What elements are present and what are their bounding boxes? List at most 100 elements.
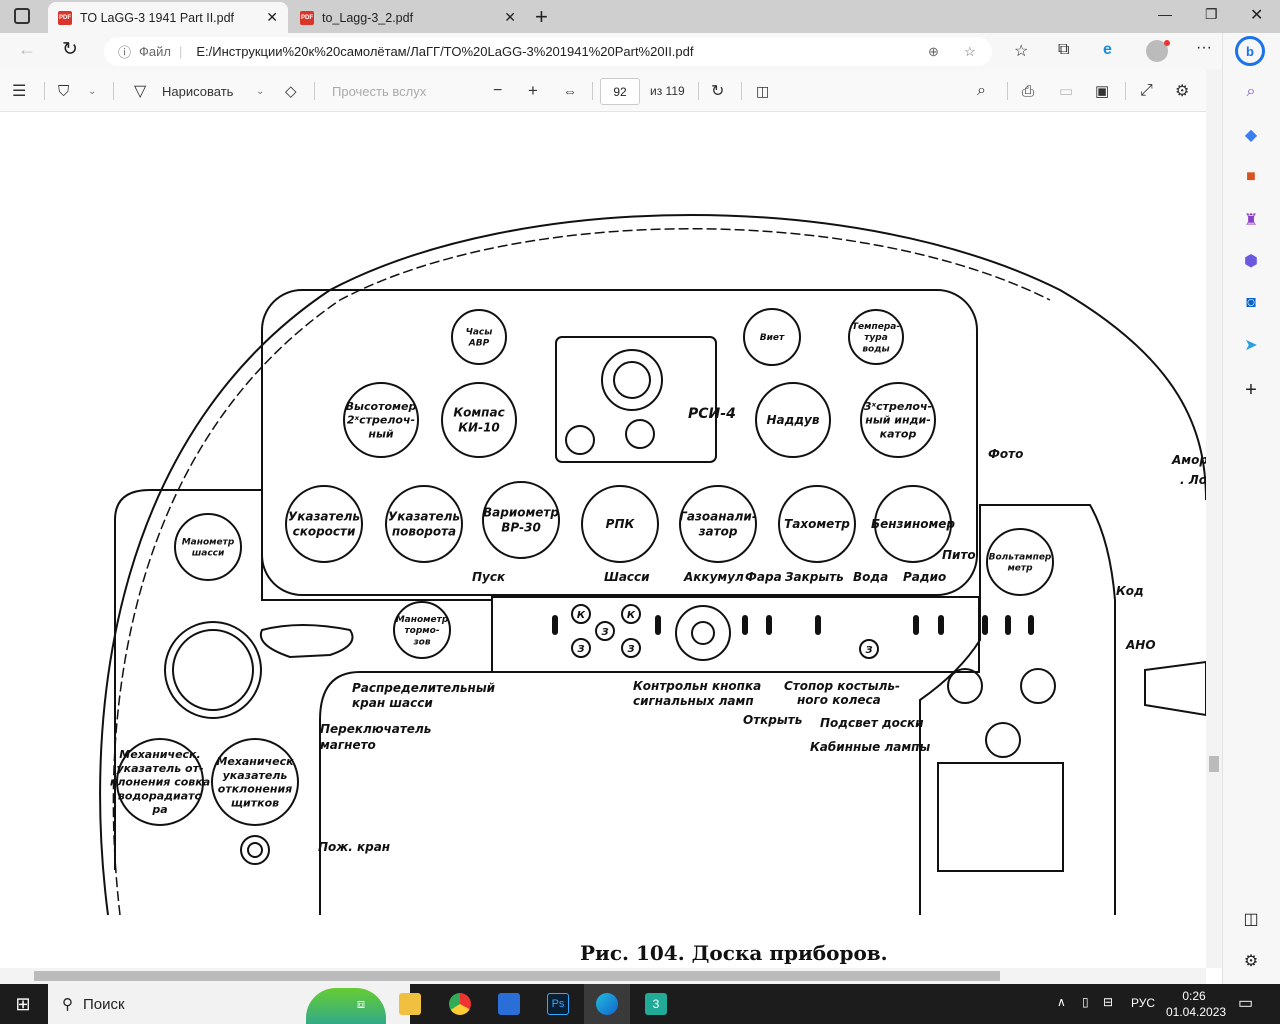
switch-mark: З (865, 645, 872, 656)
tab-label: to_Lagg-3_2.pdf (322, 10, 414, 25)
tray-overflow-icon[interactable]: ∧ (1057, 995, 1066, 1009)
more-menu-icon[interactable]: ··· (1196, 39, 1212, 57)
gauge-label: шасси (192, 549, 225, 559)
gauge-label: Механическ. (119, 748, 200, 761)
tab-2[interactable]: PDF to_Lagg-3_2.pdf ✕ (290, 2, 526, 33)
toggle-switch (655, 615, 661, 635)
outlook-icon[interactable]: ◙ (1231, 288, 1271, 318)
callout-label: Пуск (472, 570, 506, 584)
callout-label: Открыть (743, 713, 802, 727)
landing-gear-valve (259, 624, 354, 659)
taskbar-edge[interactable] (584, 984, 630, 1024)
minimize-button[interactable]: — (1158, 6, 1172, 22)
callout-label: кран шасси (352, 696, 433, 710)
taskbar-photos[interactable] (486, 984, 532, 1024)
callout-label: Кабинные лампы (810, 740, 930, 754)
rotate-icon[interactable]: ↻ (711, 70, 724, 112)
gauge-label: 2ˣстрелоч- (347, 414, 415, 427)
notifications-icon[interactable]: ▭ (1238, 993, 1253, 1013)
toggle-switch (766, 615, 772, 635)
shopping-tag-icon[interactable]: ◆ (1231, 120, 1271, 150)
read-aloud-button[interactable]: Прочесть вслух (332, 70, 426, 112)
add-sidebar-app-icon[interactable]: + (1231, 375, 1271, 405)
bing-icon[interactable]: b (1235, 36, 1265, 66)
page-total: из 119 (650, 84, 685, 98)
sidebar-layout-icon[interactable]: ◫ (1231, 904, 1271, 934)
taskbar-explorer[interactable] (387, 984, 433, 1024)
gauge-label: Темпера- (852, 322, 900, 332)
switch-mark: К (577, 610, 586, 621)
back-button[interactable]: ← (18, 39, 36, 60)
gauge-label: указатель от- (116, 762, 203, 775)
sidebar-settings-icon[interactable]: ⚙ (1231, 946, 1271, 976)
collections-icon[interactable]: ⧉ (1058, 41, 1069, 59)
settings-gear-icon[interactable]: ⚙ (1175, 70, 1189, 112)
tab-label: TO LaGG-3 1941 Part II.pdf (80, 10, 235, 25)
network-icon[interactable]: ⊟ (1103, 995, 1113, 1009)
gauge-label: Газоанали- (679, 510, 757, 524)
favorites-icon[interactable]: ☆ (1014, 41, 1028, 61)
save-icon[interactable]: ▭ (1059, 70, 1073, 112)
gauge-label: зов (412, 637, 430, 647)
vertical-scroll-thumb[interactable] (1209, 756, 1219, 772)
zoom-icon[interactable]: ⊕ (928, 44, 939, 60)
callout-label: Фото (988, 447, 1023, 461)
gauge-label: Бензиномер (871, 517, 955, 531)
tools-briefcase-icon[interactable]: ■ (1231, 162, 1271, 192)
search-icon[interactable]: ⌕ (977, 70, 986, 112)
horizontal-scrollbar[interactable] (0, 968, 1206, 984)
tab-1[interactable]: PDF TO LaGG-3 1941 Part II.pdf ✕ (48, 2, 288, 33)
callout-label: Пож. кран (318, 840, 390, 854)
draw-icon[interactable]: ▽ (134, 70, 146, 112)
address-input[interactable]: ⓘ Файл | E:/Инструкции%20к%20самолётам/Л… (104, 37, 992, 66)
chevron-down-icon[interactable]: ⌄ (88, 70, 96, 112)
refresh-button[interactable]: ↻ (62, 38, 78, 61)
close-tab-icon[interactable]: ✕ (504, 9, 516, 26)
restore-button[interactable]: ❐ (1205, 6, 1218, 23)
start-button[interactable]: ⊞ (0, 984, 46, 1024)
zoom-in-button[interactable]: + (528, 70, 538, 112)
save-as-icon[interactable]: ▣ (1095, 70, 1109, 112)
office-icon[interactable]: ⬢ (1231, 246, 1271, 276)
horizontal-scroll-thumb[interactable] (34, 971, 1000, 981)
switch-mark: З (601, 627, 608, 638)
vertical-scrollbar[interactable] (1206, 70, 1222, 968)
gauge-label: затор (698, 525, 738, 539)
fullscreen-icon[interactable]: ⤢ (1140, 70, 1153, 112)
scheme-label: Файл (139, 44, 171, 59)
panel-outline-outer (99, 214, 1206, 916)
contents-icon[interactable]: ☰ (12, 70, 26, 112)
taskbar-photoshop[interactable]: Ps (535, 984, 581, 1024)
draw-button[interactable]: Нарисовать (162, 70, 233, 112)
tray-device-icon[interactable]: ▯ (1082, 995, 1089, 1009)
info-icon[interactable]: ⓘ (118, 42, 131, 61)
sidebar-search-icon[interactable]: ⌕ (1231, 77, 1271, 107)
page-view-icon[interactable]: ◫ (756, 70, 769, 112)
gauge-label: метр (1007, 564, 1033, 574)
language-indicator[interactable]: РУС (1131, 996, 1155, 1010)
telegram-icon[interactable]: ➤ (1231, 330, 1271, 360)
ie-mode-icon[interactable]: e (1103, 41, 1112, 59)
highlight-icon[interactable]: ⛉ (58, 70, 69, 112)
chevron-down-icon[interactable]: ⌄ (256, 70, 264, 112)
zoom-out-button[interactable]: − (493, 70, 502, 112)
callout-label: Подсвет доски (820, 716, 924, 730)
switch-panel (491, 596, 980, 673)
gauge-label: Вариометр (483, 506, 559, 520)
add-favorite-icon[interactable]: ☆ (964, 44, 976, 60)
games-icon[interactable]: ♜ (1231, 205, 1271, 235)
tab-bar: PDF TO LaGG-3 1941 Part II.pdf ✕ PDF to_… (0, 0, 1280, 33)
print-icon[interactable]: ⎙ (1022, 70, 1034, 112)
tab-actions-icon[interactable] (14, 8, 30, 24)
gauge-label: катор (880, 427, 917, 440)
new-tab-button[interactable]: + (535, 4, 548, 30)
task-view-icon[interactable]: ⧈ (338, 984, 384, 1024)
close-window-button[interactable]: ✕ (1250, 5, 1263, 25)
page-number-input[interactable]: 92 (600, 78, 640, 105)
close-tab-icon[interactable]: ✕ (266, 9, 278, 26)
eraser-icon[interactable]: ◇ (285, 70, 297, 112)
taskbar-chrome[interactable] (437, 984, 483, 1024)
clock[interactable]: 0:26 01.04.2023 (1166, 988, 1226, 1020)
fit-width-icon[interactable]: ⇔ (563, 70, 577, 112)
taskbar-3dsmax[interactable]: 3 (633, 984, 679, 1024)
